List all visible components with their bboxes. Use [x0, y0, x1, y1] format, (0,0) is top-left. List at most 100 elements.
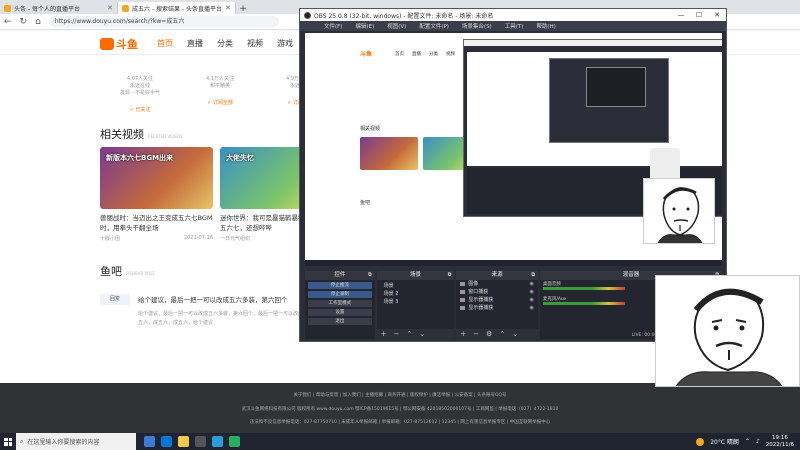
studio-mode-button[interactable]: 工作室模式 — [308, 300, 372, 307]
post-title[interactable]: 给个建议，最后一把一可以改成五六多装，第六回个 — [138, 294, 288, 304]
task-view-icon[interactable] — [144, 436, 155, 447]
nav-live[interactable]: 直播 — [187, 38, 203, 49]
home-icon[interactable]: ⌂ — [35, 17, 41, 27]
tab-label: 头条 - 每个人的直播平台 — [14, 5, 80, 13]
scene-item[interactable]: 场景 — [380, 282, 452, 290]
taskbar-clock[interactable]: 19:16 2022/11/6 — [766, 435, 794, 449]
sources-dock: 来源 ⧉ 图像 ◉ 窗口捕获 ◉ 显示器捕获 ◉ 显示器捕获 ◉ + − ⚙ ⌃ ⌄ — [456, 271, 538, 339]
site-logo[interactable]: 斗鱼 — [100, 36, 138, 52]
back-icon[interactable]: ← — [4, 17, 12, 27]
network-icon[interactable]: ⌃ — [745, 438, 750, 445]
menu-view[interactable]: 视图(V) — [387, 22, 406, 30]
window-icon — [460, 290, 466, 294]
video-author[interactable]: 一日元气组织 — [220, 235, 250, 242]
settings-button[interactable]: 设置 — [308, 309, 372, 316]
footer-links[interactable]: 关于我们 | 帮助与反馈 | 加入我们 | 主播招募 | 商务开通 | 版权保护… — [0, 392, 800, 398]
video-thumbnail[interactable]: 新版本六七BGM出来 — [100, 147, 213, 209]
tab-close-icon[interactable]: ✕ — [225, 4, 231, 12]
tab-label: 成五六 - 搜索结果 - 头条直播平台 — [132, 5, 222, 13]
menu-help[interactable]: 帮助(H) — [536, 22, 555, 30]
image-icon — [460, 282, 466, 286]
refresh-icon[interactable]: ↻ — [20, 17, 28, 27]
scene-item[interactable]: 场景 3 — [380, 298, 452, 306]
source-item[interactable]: 显示器捕获 ◉ — [456, 304, 538, 312]
remove-icon[interactable]: − — [473, 330, 479, 338]
app-icon[interactable] — [212, 436, 223, 447]
obs-title: OBS 25.0.8 (32-bit, windows) - 配置文件: 未命名… — [314, 12, 494, 20]
browser-tab-1[interactable]: 头条 - 每个人的直播平台 ✕ — [0, 2, 118, 14]
new-tab-icon[interactable]: + — [236, 4, 250, 14]
exit-button[interactable]: 退出 — [308, 318, 372, 325]
scenes-dock: 场景 ⧉ 场景 场景 2 场景 3 + − ⌃ ⌄ — [376, 271, 455, 339]
scene-item[interactable]: 场景 2 — [380, 290, 452, 298]
visibility-eye-icon[interactable]: ◉ — [530, 288, 534, 296]
nav-category[interactable]: 分类 — [217, 38, 233, 49]
maximize-icon[interactable]: ☐ — [690, 11, 708, 19]
close-icon[interactable]: ✕ — [708, 11, 726, 19]
menu-tools[interactable]: 工具(T) — [505, 22, 524, 30]
video-author[interactable]: 十版小团 — [100, 235, 120, 242]
follow-card: 4.1万人关注 和平精英 ✓ 订阅全部 — [206, 76, 234, 106]
system-tray: 20°C 晴朗 ⌃ ♪ 19:16 2022/11/6 — [696, 435, 800, 449]
fishbar-post[interactable]: 回复 给个建议，最后一把一可以改成五六多装，第六回个 给个建议，最后一把一可以改… — [100, 284, 303, 360]
remove-icon[interactable]: − — [394, 330, 400, 338]
subscribe-button[interactable]: ✓ 订阅全部 — [207, 99, 233, 106]
stop-stream-button[interactable]: 停止推流 — [308, 282, 372, 289]
source-item[interactable]: 显示器捕获 ◉ — [456, 296, 538, 304]
obs-taskbar-icon[interactable] — [195, 436, 206, 447]
site-nav: 首页 直播 分类 视频 游戏 — [157, 38, 293, 49]
nav-game[interactable]: 游戏 — [277, 38, 293, 49]
video-title[interactable]: 兽丽战时：当迈出之王变成五六七BGM时，用拳头干翻全场 — [100, 213, 213, 233]
dock-settings-icon[interactable]: ⧉ — [531, 271, 535, 280]
reply-badge: 回复 — [100, 294, 130, 305]
file-explorer-icon[interactable] — [178, 436, 189, 447]
volume-meter[interactable] — [542, 287, 625, 290]
follow-button[interactable]: ✓ 已关注 — [130, 106, 151, 113]
obs-logo-icon — [304, 11, 311, 19]
nav-video[interactable]: 视频 — [247, 38, 263, 49]
app-icon[interactable] — [229, 436, 240, 447]
video-date: 2022-07-16 — [183, 235, 213, 241]
move-up-icon[interactable]: ⌃ — [499, 330, 505, 338]
volume-icon[interactable]: ♪ — [756, 438, 760, 445]
fishbar-title: 鱼吧 FISHBAR POST — [100, 265, 156, 278]
start-button[interactable] — [0, 433, 16, 450]
menu-file[interactable]: 文件(F) — [324, 22, 342, 30]
menu-edit[interactable]: 编辑(E) — [355, 22, 374, 30]
site-favicon-icon — [4, 4, 11, 12]
minimize-icon[interactable]: — — [672, 11, 690, 19]
video-card[interactable]: 新版本六七BGM出来 兽丽战时：当迈出之王变成五六七BGM时，用拳头干翻全场 十… — [100, 147, 213, 242]
edge-icon[interactable] — [161, 436, 172, 447]
dock-settings-icon[interactable]: ⧉ — [448, 271, 452, 280]
volume-meter[interactable] — [542, 302, 625, 305]
weather-text[interactable]: 20°C 晴朗 — [710, 437, 739, 446]
webcam-face-sketch-large — [655, 275, 800, 387]
visibility-eye-icon[interactable]: ◉ — [530, 280, 534, 288]
move-down-icon[interactable]: ⌄ — [419, 330, 425, 338]
dock-settings-icon[interactable]: ⧉ — [368, 271, 372, 280]
nav-home[interactable]: 首页 — [157, 38, 173, 49]
footer-report: 违法和不良信息举报电话：027-87750710 | 未成年人举报邮箱 | 举报… — [249, 420, 551, 425]
add-icon[interactable]: + — [381, 330, 387, 338]
preview-nav: 首页 直播 分类 视频 — [395, 52, 455, 57]
stop-record-button[interactable]: 停止录制 — [308, 291, 372, 298]
add-icon[interactable]: + — [460, 330, 466, 338]
source-item[interactable]: 窗口捕获 ◉ — [456, 288, 538, 296]
visibility-eye-icon[interactable]: ◉ — [530, 304, 534, 312]
obs-menubar: 文件(F) 编辑(E) 视图(V) 配置文件(P) 场景集合(S) 工具(T) … — [300, 21, 726, 31]
tab-close-icon[interactable]: ✕ — [107, 4, 113, 12]
source-item[interactable]: 图像 ◉ — [456, 280, 538, 288]
obs-titlebar[interactable]: OBS 25.0.8 (32-bit, windows) - 配置文件: 未命名… — [300, 9, 726, 21]
preview-logo: 斗鱼 — [360, 51, 373, 58]
taskbar-search[interactable]: ⌕ 在这里输入你要搜索的内容 — [16, 433, 136, 450]
visibility-eye-icon[interactable]: ◉ — [530, 296, 534, 304]
url-field[interactable]: https://www.douyu.com/search/?kw=成五六 — [48, 16, 279, 27]
webcam-face-sketch-small — [643, 178, 715, 244]
menu-profile[interactable]: 配置文件(P) — [419, 22, 449, 30]
move-up-icon[interactable]: ⌃ — [406, 330, 412, 338]
move-down-icon[interactable]: ⌄ — [512, 330, 518, 338]
properties-gear-icon[interactable]: ⚙ — [486, 330, 492, 338]
preview-section-title: 相关视频 — [360, 126, 381, 132]
browser-tab-2[interactable]: 成五六 - 搜索结果 - 头条直播平台 ✕ — [118, 2, 236, 14]
menu-scene-collection[interactable]: 场景集合(S) — [462, 22, 492, 30]
